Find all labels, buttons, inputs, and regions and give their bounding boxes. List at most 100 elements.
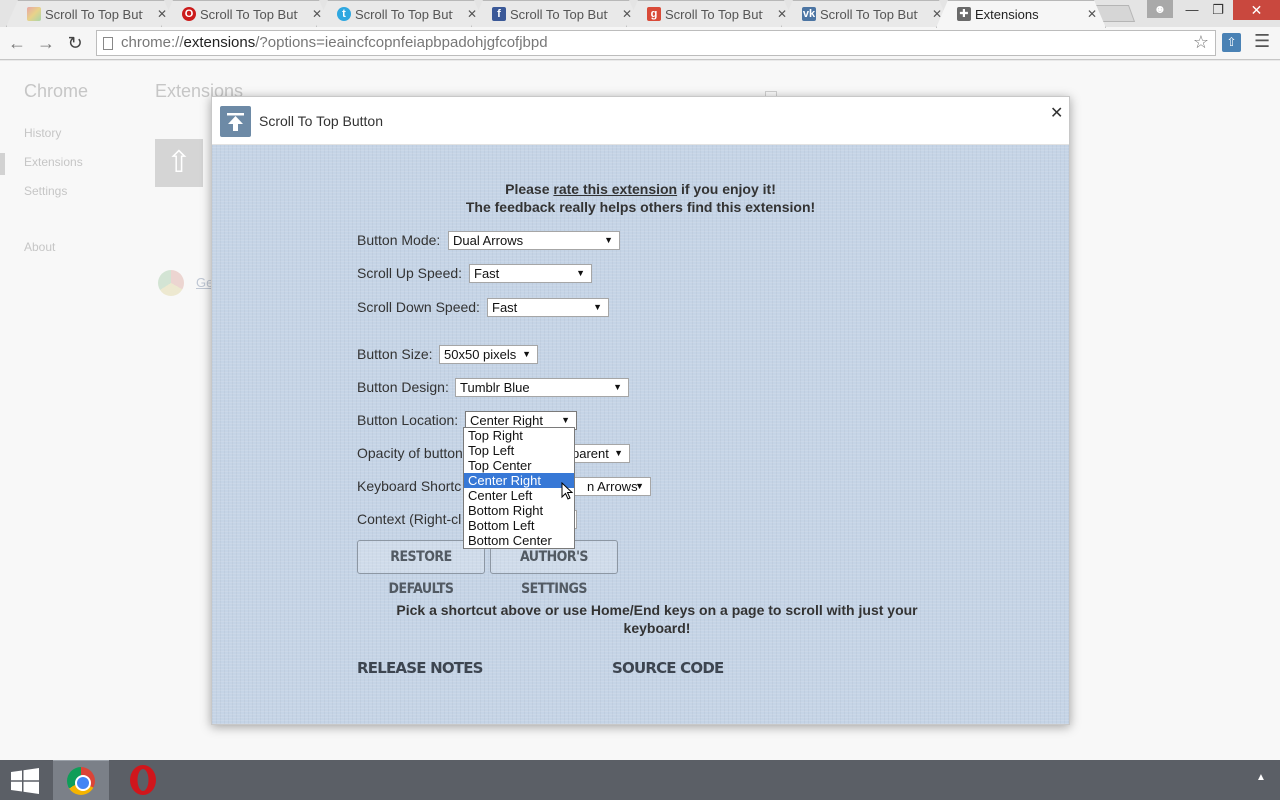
source-code-link[interactable]: SOURCE CODE [612, 659, 724, 677]
options-dialog: Scroll To Top Button ✕ Please rate this … [211, 96, 1070, 725]
scroll-to-top-extension-icon[interactable]: ⇧ [1222, 33, 1241, 52]
location-option-bottom-left[interactable]: Bottom Left [464, 518, 574, 533]
tab-label: Scroll To Top Butto [510, 7, 608, 22]
chrome-icon [67, 767, 95, 795]
url-path: /?options=ieaincfcopnfeiapbpadohjgfcofjb… [255, 34, 548, 51]
dropdown-arrow-icon: ▼ [593, 302, 602, 312]
location-option-center-right[interactable]: Center Right [464, 473, 574, 488]
mouse-cursor-icon [561, 482, 573, 500]
location-option-center-left[interactable]: Center Left [464, 488, 574, 503]
button-location-label: Button Location: [357, 412, 459, 428]
opera-icon[interactable] [128, 764, 158, 796]
nav-extensions[interactable]: Extensions [24, 155, 83, 169]
nav-settings[interactable]: Settings [24, 184, 67, 198]
reload-icon[interactable]: ↻ [63, 32, 87, 54]
dropdown-arrow-icon: ▼ [614, 448, 623, 458]
button-size-label: Button Size: [357, 346, 433, 362]
address-bar[interactable]: chrome://extensions/?options=ieaincfcopn… [96, 30, 1216, 56]
feedback-line: The feedback really helps others find th… [465, 199, 816, 215]
dialog-body: Please rate this extension if you enjoy … [212, 145, 1069, 724]
tab-label: Extensions [975, 7, 1039, 22]
dropdown-arrow-icon: ▼ [522, 349, 531, 359]
button-location-dropdown[interactable]: Top Right Top Left Top Center Center Rig… [463, 427, 575, 549]
minimize-icon[interactable]: — [1180, 0, 1204, 20]
select-value: Dual Arrows [453, 233, 524, 248]
close-icon[interactable]: ✕ [1050, 103, 1063, 123]
tab-extensions[interactable]: ✚ Extensions ✕ [936, 0, 1106, 28]
user-profile-icon[interactable]: ☻ [1147, 0, 1173, 18]
location-option-bottom-center[interactable]: Bottom Center [464, 533, 574, 548]
button-mode-select[interactable]: Dual Arrows ▼ [448, 231, 620, 250]
windows-start-icon[interactable] [10, 768, 40, 794]
location-option-top-right[interactable]: Top Right [464, 428, 574, 443]
puzzle-icon: ✚ [957, 7, 971, 21]
twitter-icon: t [337, 7, 351, 21]
nav-selection-marker [0, 153, 5, 175]
tab-label: Scroll To Top Butto [355, 7, 453, 22]
rate-prefix: Please [505, 181, 554, 197]
button-design-select[interactable]: Tumblr Blue ▼ [455, 378, 629, 397]
url-host: extensions [183, 34, 256, 51]
back-arrow-icon[interactable]: ← [5, 32, 29, 54]
close-icon[interactable]: ✕ [1087, 1, 1097, 28]
dropdown-arrow-icon: ▼ [635, 481, 644, 491]
facebook-icon: f [492, 7, 506, 21]
nav-history[interactable]: History [24, 126, 61, 140]
location-option-top-center[interactable]: Top Center [464, 458, 574, 473]
rate-prompt: Please rate this extension if you enjoy … [196, 181, 1085, 197]
extension-icon [220, 106, 251, 137]
scroll-up-speed-label: Scroll Up Speed: [357, 265, 463, 281]
select-value: parent [572, 446, 609, 461]
taskbar-chrome-button[interactable] [53, 760, 109, 800]
tab-scroll-to-top-3[interactable]: t Scroll To Top Butto ✕ [316, 0, 486, 27]
url-scheme: chrome:// [121, 34, 184, 51]
forward-arrow-icon[interactable]: → [34, 32, 58, 54]
select-value: Fast [474, 266, 500, 281]
select-value: Fast [492, 300, 518, 315]
window-close-icon[interactable]: ✕ [1233, 0, 1280, 20]
button-size-select[interactable]: 50x50 pixels ▼ [439, 345, 538, 364]
extension-tile-icon: ⇧ [155, 139, 203, 187]
rate-suffix: if you enjoy it! [677, 181, 776, 197]
dropdown-arrow-icon: ▼ [604, 235, 613, 245]
tab-label: Scroll To Top Butto [200, 7, 298, 22]
tray-expand-icon[interactable]: ▲ [1256, 772, 1266, 783]
tab-strip: Scroll To Top Butto ✕ O Scroll To Top Bu… [0, 0, 1280, 27]
nav-about[interactable]: About [24, 240, 55, 254]
tab-scroll-to-top-1[interactable]: Scroll To Top Butto ✕ [6, 0, 176, 27]
tab-scroll-to-top-4[interactable]: f Scroll To Top Butto ✕ [471, 0, 641, 27]
app-title: Chrome [24, 81, 89, 101]
opacity-label: Opacity of button [357, 445, 463, 461]
dropdown-arrow-icon: ▼ [576, 268, 585, 278]
vk-icon: vk [802, 8, 816, 20]
dropdown-arrow-icon: ▼ [613, 382, 622, 392]
tab-scroll-to-top-2[interactable]: O Scroll To Top Butto ✕ [161, 0, 331, 27]
location-option-bottom-right[interactable]: Bottom Right [464, 503, 574, 518]
location-option-top-left[interactable]: Top Left [464, 443, 574, 458]
scroll-down-speed-select[interactable]: Fast ▼ [487, 298, 609, 317]
rainbow-page-icon [27, 7, 41, 21]
dialog-title: Scroll To Top Button [259, 113, 384, 129]
restore-window-icon[interactable]: ❐ [1205, 0, 1231, 20]
opera-icon: O [182, 7, 196, 21]
context-menu-label: Context (Right-cl [357, 511, 462, 527]
button-design-label: Button Design: [357, 379, 449, 395]
browser-toolbar: ← → ↻ chrome://extensions/?options=ieain… [0, 27, 1280, 60]
page-icon [103, 37, 113, 50]
taskbar: ▲ [0, 760, 1280, 800]
button-mode-label: Button Mode: [357, 232, 441, 248]
select-value: Center Right [470, 413, 543, 428]
google-plus-icon: g [647, 7, 661, 21]
address-url: chrome://extensions/?options=ieaincfcopn… [121, 31, 548, 55]
rate-extension-link[interactable]: rate this extension [553, 181, 677, 197]
release-notes-link[interactable]: RELEASE NOTES [357, 659, 483, 677]
keyboard-shortcut-label: Keyboard Shortc [357, 478, 462, 494]
select-value: n Arrows [587, 479, 638, 494]
tab-scroll-to-top-5[interactable]: g Scroll To Top Butto ✕ [626, 0, 796, 27]
shortcut-hint: Pick a shortcut above or use Home/End ke… [396, 602, 918, 636]
chrome-menu-icon[interactable]: ☰ [1254, 31, 1270, 52]
bookmark-star-icon[interactable]: ☆ [1193, 32, 1209, 53]
scroll-up-speed-select[interactable]: Fast ▼ [469, 264, 592, 283]
select-value: 50x50 pixels [444, 347, 517, 362]
tab-scroll-to-top-6[interactable]: vk Scroll To Top Butto ✕ [781, 0, 951, 27]
